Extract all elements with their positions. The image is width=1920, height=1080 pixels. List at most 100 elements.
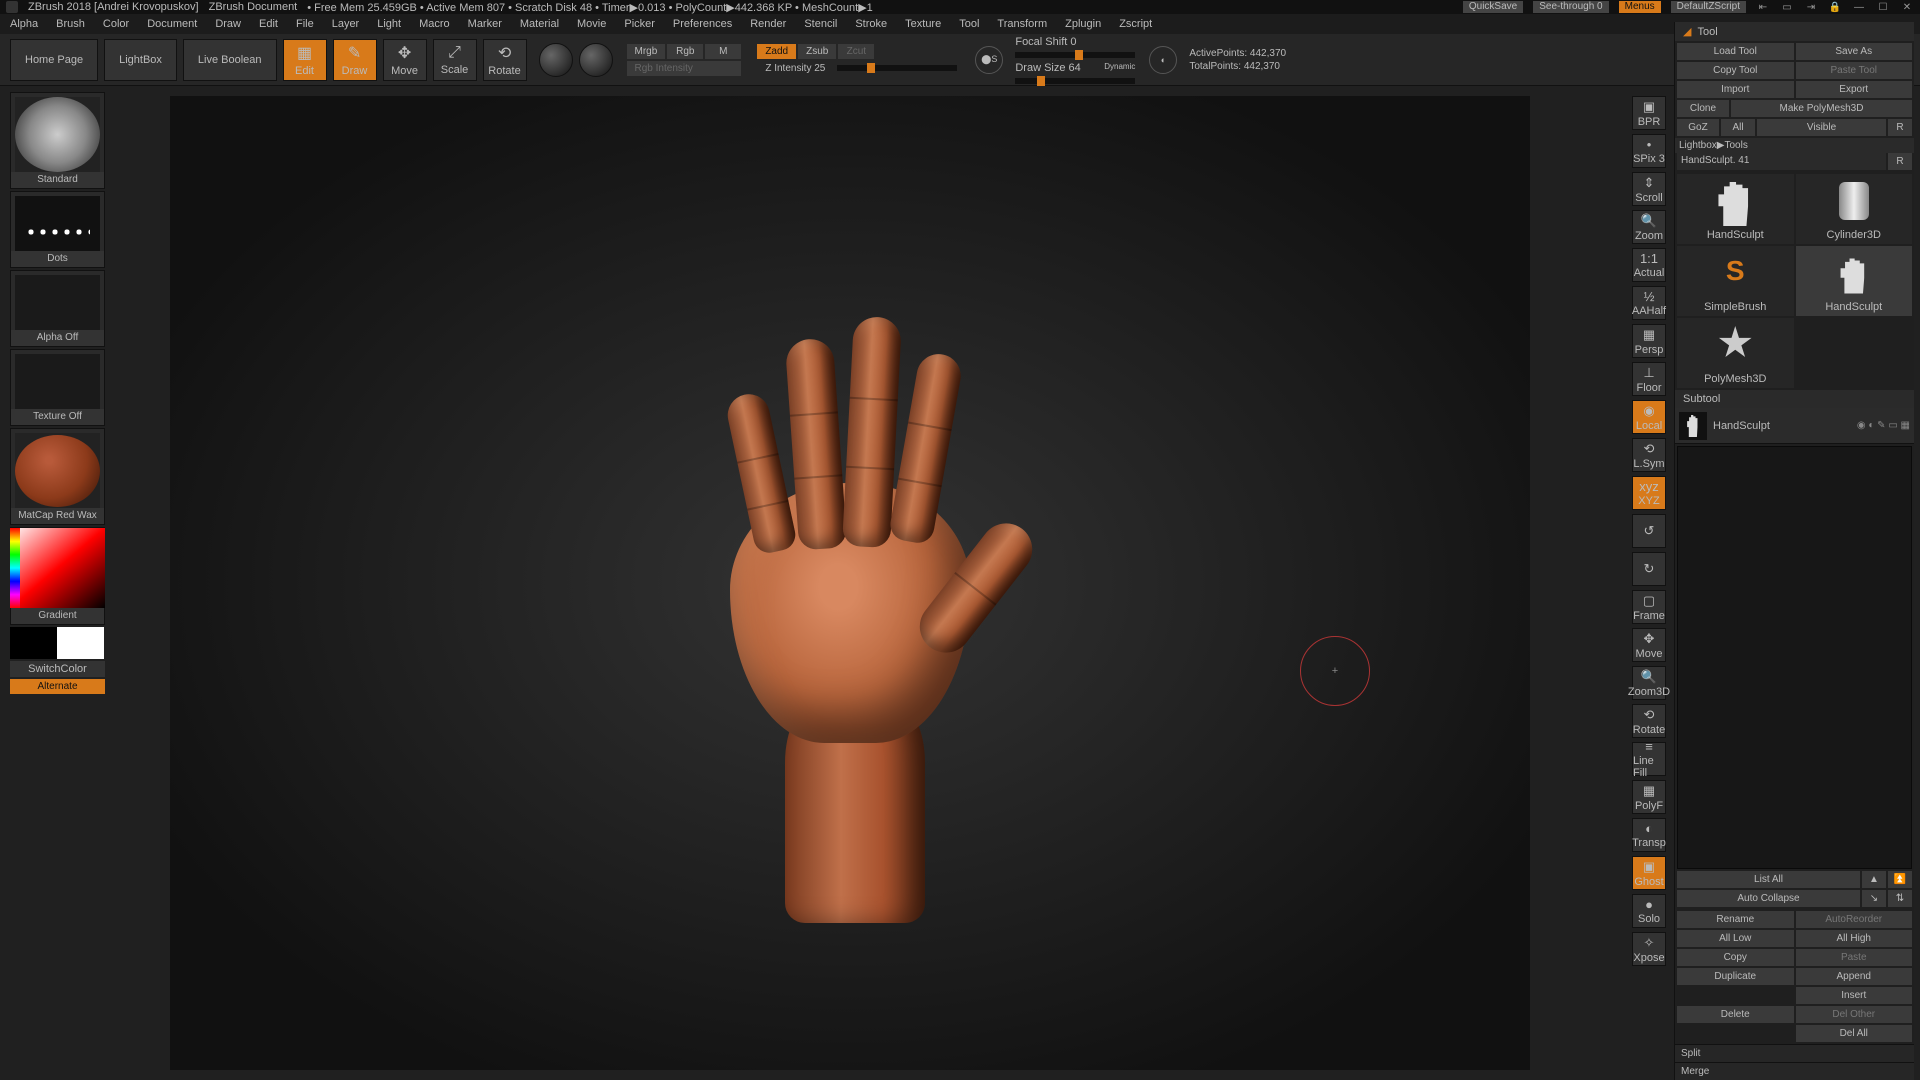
alpha-selector[interactable]: Alpha Off [10,270,105,347]
subtool-header[interactable]: Subtool [1675,390,1914,408]
maximize-icon[interactable]: ☐ [1876,1,1890,13]
main-color-swatch[interactable] [10,627,57,659]
rail-rotate[interactable]: ⟲Rotate [1632,704,1666,738]
menu-layer[interactable]: Layer [332,18,360,30]
color-picker[interactable]: Gradient [10,527,105,625]
list-all-button[interactable]: List All [1677,871,1860,888]
menus-button[interactable]: Menus [1619,1,1661,13]
rail-zoom[interactable]: 🔍Zoom [1632,210,1666,244]
tool-thumb-handsculpt-2[interactable]: HandSculpt [1796,246,1913,316]
subtool-item[interactable]: HandSculpt ◉ ◐ ✎ ▭ ▦ [1675,408,1914,444]
zcut-button[interactable]: Zcut [838,44,874,59]
menu-light[interactable]: Light [377,18,401,30]
viewport[interactable]: + [170,96,1530,1070]
menu-zplugin[interactable]: Zplugin [1065,18,1101,30]
move-mode-button[interactable]: ✥Move [383,39,427,81]
paste-tool-button[interactable]: Paste Tool [1796,62,1913,79]
texture-selector[interactable]: Texture Off [10,349,105,426]
rail-transp[interactable]: ◐Transp [1632,818,1666,852]
dock-top-icon[interactable]: ▭ [1780,1,1794,13]
zadd-button[interactable]: Zadd [757,44,796,59]
focal-dial-icon[interactable]: ⬤S [975,46,1003,74]
rail-l-sym[interactable]: ⟲L.Sym [1632,438,1666,472]
menu-brush[interactable]: Brush [56,18,85,30]
autoreorder-button[interactable]: AutoReorder [1796,911,1913,928]
gyro-sphere-icon[interactable] [539,43,573,77]
split-section[interactable]: Split [1675,1044,1914,1062]
opacity-dial-icon[interactable]: ◐ [1149,46,1177,74]
menu-document[interactable]: Document [147,18,197,30]
rail-scroll[interactable]: ⇕Scroll [1632,172,1666,206]
rail-bpr[interactable]: ▣BPR [1632,96,1666,130]
subtool-copy-button[interactable]: Copy [1677,949,1794,966]
rail-move[interactable]: ✥Move [1632,628,1666,662]
import-button[interactable]: Import [1677,81,1794,98]
lock-icon[interactable]: 🔒 [1828,1,1842,13]
menu-material[interactable]: Material [520,18,559,30]
menu-macro[interactable]: Macro [419,18,450,30]
rail-frame[interactable]: ▢Frame [1632,590,1666,624]
current-tool-label[interactable]: HandSculpt. 41 [1677,153,1886,170]
rail-spix-3[interactable]: •SPix 3 [1632,134,1666,168]
rail-solo[interactable]: ●Solo [1632,894,1666,928]
rail-ghost[interactable]: ▣Ghost [1632,856,1666,890]
menu-draw[interactable]: Draw [215,18,241,30]
export-button[interactable]: Export [1796,81,1913,98]
menu-picker[interactable]: Picker [624,18,655,30]
rail-xyz[interactable]: xyzXYZ [1632,476,1666,510]
tool-panel-header[interactable]: ◢Tool [1675,22,1914,41]
menu-transform[interactable]: Transform [997,18,1047,30]
rail-blank[interactable]: ↻ [1632,552,1666,586]
rail-xpose[interactable]: ✧Xpose [1632,932,1666,966]
del-other-button[interactable]: Del Other [1796,1006,1913,1023]
dock-right-icon[interactable]: ⇥ [1804,1,1818,13]
color-swatches[interactable] [10,627,105,659]
brush-selector[interactable]: Standard [10,92,105,189]
menu-zscript[interactable]: Zscript [1119,18,1152,30]
subtool-visibility-icons[interactable]: ◉ ◐ ✎ ▭ ▦ [1857,420,1910,431]
gradient-label[interactable]: Gradient [11,608,104,624]
rotate-mode-button[interactable]: ⟲Rotate [483,39,527,81]
menu-alpha[interactable]: Alpha [10,18,38,30]
alternate-button[interactable]: Alternate [10,679,105,694]
subtool-paste-button[interactable]: Paste [1796,949,1913,966]
rail-actual[interactable]: 1:1Actual [1632,248,1666,282]
menu-preferences[interactable]: Preferences [673,18,732,30]
rail-floor[interactable]: ⊥Floor [1632,362,1666,396]
m-button[interactable]: M [705,44,741,59]
menu-tool[interactable]: Tool [959,18,979,30]
subtool-list[interactable] [1677,446,1912,869]
color-picker-field[interactable] [10,528,105,608]
menu-edit[interactable]: Edit [259,18,278,30]
draw-mode-button[interactable]: ✎Draw [333,39,377,81]
arrow-double-up-icon[interactable]: ⏫ [1888,871,1912,888]
hue-strip[interactable] [10,528,20,608]
stroke-selector[interactable]: Dots [10,191,105,268]
goz-button[interactable]: GoZ [1677,119,1719,136]
arrow-up-icon[interactable]: ▲ [1862,871,1886,888]
minimize-icon[interactable]: — [1852,1,1866,13]
insert-button[interactable]: Insert [1796,987,1913,1004]
goz-all-button[interactable]: All [1721,119,1755,136]
menu-file[interactable]: File [296,18,314,30]
del-all-button[interactable]: Del All [1796,1025,1913,1042]
close-icon[interactable]: ✕ [1900,1,1914,13]
save-as-button[interactable]: Save As [1796,43,1913,60]
tool-thumb-polymesh3d[interactable]: PolyMesh3D [1677,318,1794,388]
scale-mode-button[interactable]: ⤢Scale [433,39,477,81]
tool-thumb-cylinder3d[interactable]: Cylinder3D [1796,174,1913,244]
duplicate-button[interactable]: Duplicate [1677,968,1794,985]
switch-color-button[interactable]: SwitchColor [10,661,105,677]
rail-local[interactable]: ◉Local [1632,400,1666,434]
rail-persp[interactable]: ▦Persp [1632,324,1666,358]
auto-collapse-button[interactable]: Auto Collapse [1677,890,1860,907]
zsub-button[interactable]: Zsub [798,44,836,59]
delete-button[interactable]: Delete [1677,1006,1794,1023]
material-selector[interactable]: MatCap Red Wax [10,428,105,525]
arrow-swap-icon[interactable]: ⇅ [1888,890,1912,907]
tool-thumb-handsculpt[interactable]: HandSculpt [1677,174,1794,244]
menu-movie[interactable]: Movie [577,18,606,30]
lightbox-button[interactable]: LightBox [104,39,177,81]
seethrough-slider[interactable]: See-through 0 [1533,1,1608,13]
goz-r-button[interactable]: R [1888,119,1912,136]
